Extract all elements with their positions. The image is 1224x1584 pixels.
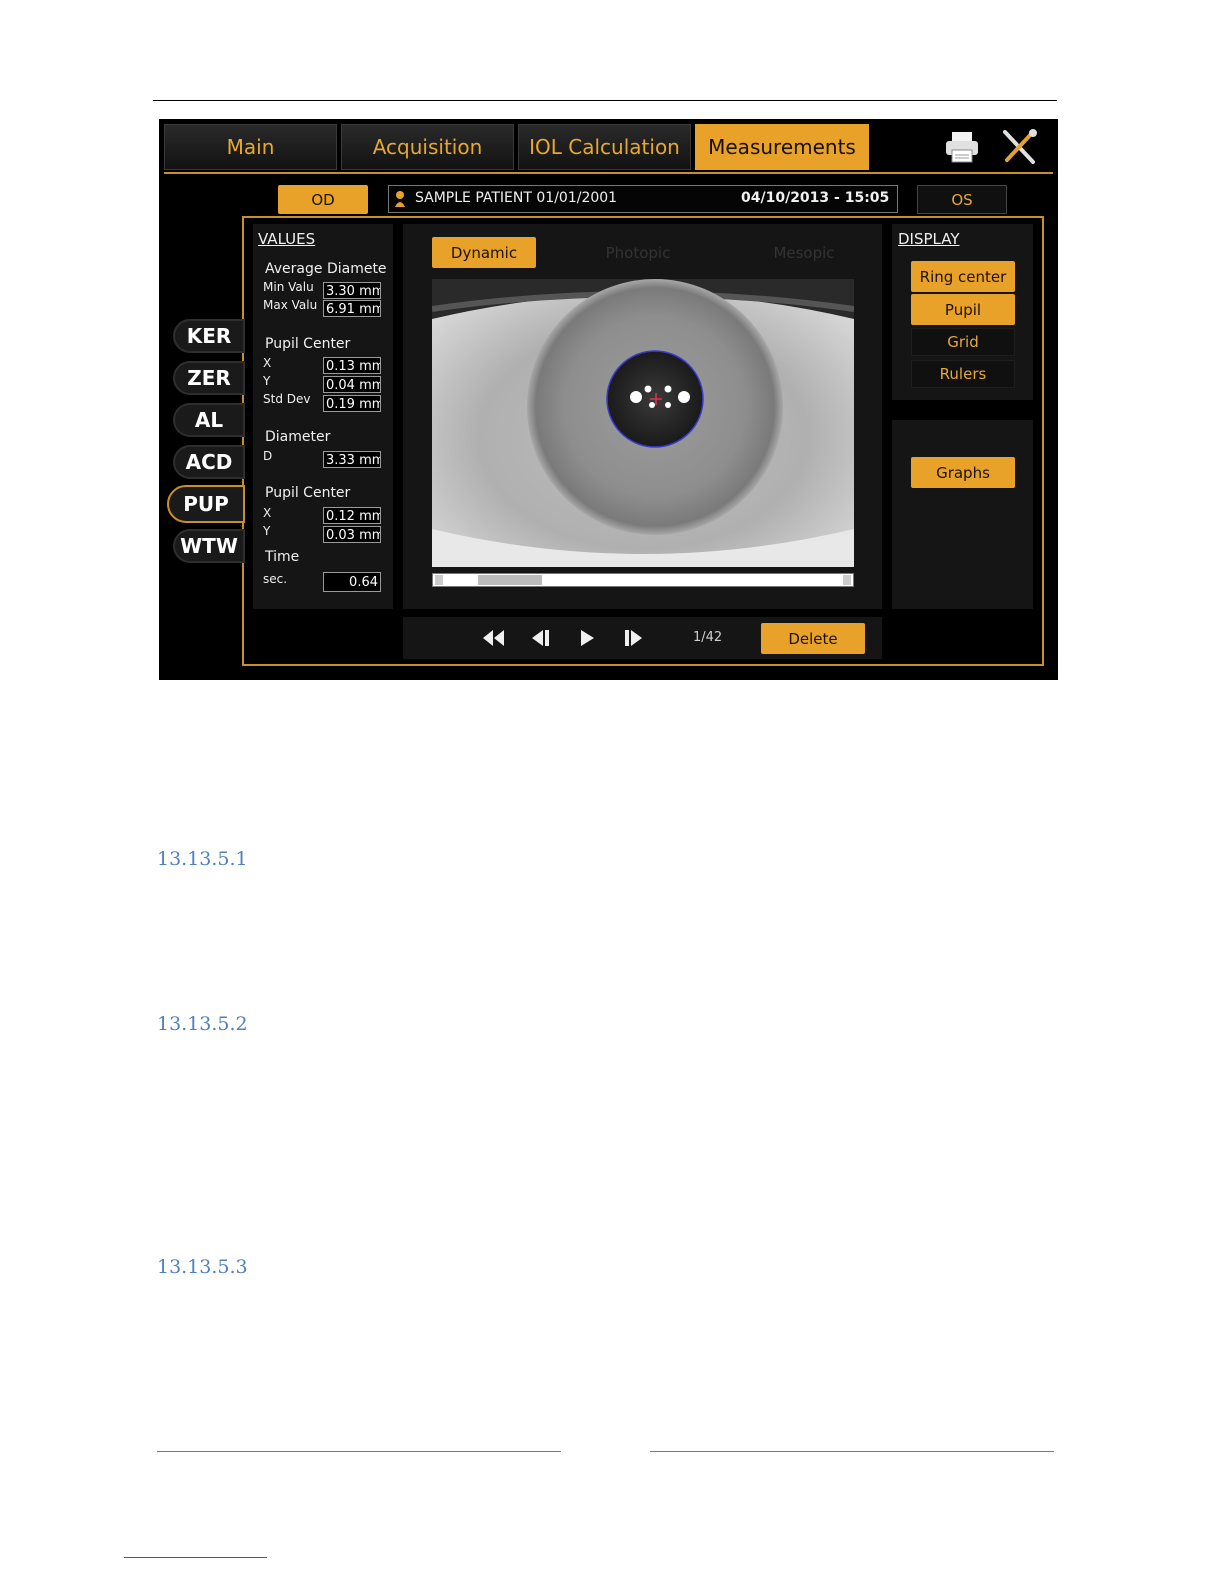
x-label: X <box>263 356 272 370</box>
patient-icon <box>394 190 406 208</box>
pupil-center-label: Pupil Center <box>265 336 351 352</box>
std-dev-field: 0.19 mm <box>323 395 381 412</box>
diameter-label: Diameter <box>265 429 331 445</box>
time-label: Time <box>265 549 300 565</box>
side-tab-ker[interactable]: KER <box>173 319 245 353</box>
od-button[interactable]: OD <box>278 185 368 214</box>
app-screenshot: Main Acquisition IOL Calculation Measure… <box>159 119 1058 680</box>
side-tab-zer[interactable]: ZER <box>173 361 245 395</box>
section-heading-3: 13.13.5.3 <box>157 1256 248 1278</box>
footer-rule-right <box>650 1451 1054 1452</box>
printer-icon[interactable] <box>943 130 981 164</box>
tools-icon[interactable] <box>999 128 1039 166</box>
section-heading-1: 13.13.5.1 <box>157 848 248 870</box>
side-tab-pup[interactable]: PUP <box>167 485 245 523</box>
time-field: 0.64 <box>323 572 381 592</box>
slider-thumb[interactable] <box>478 575 543 585</box>
tab-iol-calculation[interactable]: IOL Calculation <box>518 124 691 170</box>
pupil-center-2-label: Pupil Center <box>265 485 351 501</box>
y2-label: Y <box>263 524 271 538</box>
slider-left-arrow[interactable] <box>435 575 443 585</box>
graphs-panel: Graphs <box>892 420 1033 609</box>
std-dev-label: Std Dev <box>263 392 311 406</box>
d-label: D <box>263 449 273 463</box>
pupil-button[interactable]: Pupil <box>911 294 1015 325</box>
patient-name: SAMPLE PATIENT 01/01/2001 <box>415 190 618 206</box>
x2-label: X <box>263 506 272 520</box>
grid-button[interactable]: Grid <box>911 328 1015 356</box>
photopic-button[interactable]: Photopic <box>586 237 690 268</box>
display-panel: DISPLAY Ring center Pupil Grid Rulers <box>892 224 1033 400</box>
diameter-field: 3.33 mm <box>323 451 381 468</box>
y-label: Y <box>263 374 271 388</box>
values-title: VALUES <box>258 230 316 248</box>
delete-button[interactable]: Delete <box>761 623 865 654</box>
eye-image <box>432 279 854 567</box>
patient-bar: SAMPLE PATIENT 01/01/2001 04/10/2013 - 1… <box>388 185 898 213</box>
rulers-button[interactable]: Rulers <box>911 360 1015 388</box>
tab-measurements[interactable]: Measurements <box>695 124 869 170</box>
display-title: DISPLAY <box>898 230 960 248</box>
min-value-label: Min Valu <box>263 280 314 294</box>
frame-counter: 1/42 <box>693 630 723 645</box>
header-rule <box>153 100 1057 101</box>
tab-acquisition[interactable]: Acquisition <box>341 124 514 170</box>
graphs-button[interactable]: Graphs <box>911 457 1015 488</box>
pupil-center-2-x-field: 0.12 mm <box>323 507 381 524</box>
os-button[interactable]: OS <box>917 185 1007 214</box>
sec-label: sec. <box>263 572 288 586</box>
pupil-center-x-field: 0.13 mm <box>323 357 381 374</box>
step-back-icon[interactable] <box>529 629 551 647</box>
max-value-field: 6.91 mm <box>323 300 381 317</box>
rewind-icon[interactable] <box>481 629 505 647</box>
values-panel: VALUES Average Diamete Min Valu 3.30 mm … <box>253 224 393 609</box>
average-diameter-label: Average Diamete <box>265 261 387 277</box>
frame-slider[interactable] <box>432 573 854 587</box>
step-forward-icon[interactable] <box>623 629 645 647</box>
play-icon[interactable] <box>578 629 596 647</box>
slider-right-arrow[interactable] <box>843 575 851 585</box>
image-panel: Dynamic Photopic Mesopic <box>403 224 882 609</box>
dynamic-button[interactable]: Dynamic <box>432 237 536 268</box>
min-value-field: 3.30 mm <box>323 282 381 299</box>
pupil-center-y-field: 0.04 mm <box>323 376 381 393</box>
side-tab-al[interactable]: AL <box>173 403 245 437</box>
exam-datetime: 04/10/2013 - 15:05 <box>741 190 890 206</box>
tabs-underline <box>164 172 1053 174</box>
mesopic-button[interactable]: Mesopic <box>752 237 856 268</box>
footnote-rule <box>124 1557 267 1558</box>
ring-center-button[interactable]: Ring center <box>911 261 1015 292</box>
footer-rule-left <box>157 1451 561 1452</box>
playback-bar: 1/42 Delete <box>403 617 882 659</box>
section-heading-2: 13.13.5.2 <box>157 1013 248 1035</box>
tab-main[interactable]: Main <box>164 124 337 170</box>
pupil-center-2-y-field: 0.03 mm <box>323 526 381 543</box>
side-tab-wtw[interactable]: WTW <box>173 529 245 563</box>
max-value-label: Max Valu <box>263 298 318 312</box>
side-tab-acd[interactable]: ACD <box>173 445 245 479</box>
